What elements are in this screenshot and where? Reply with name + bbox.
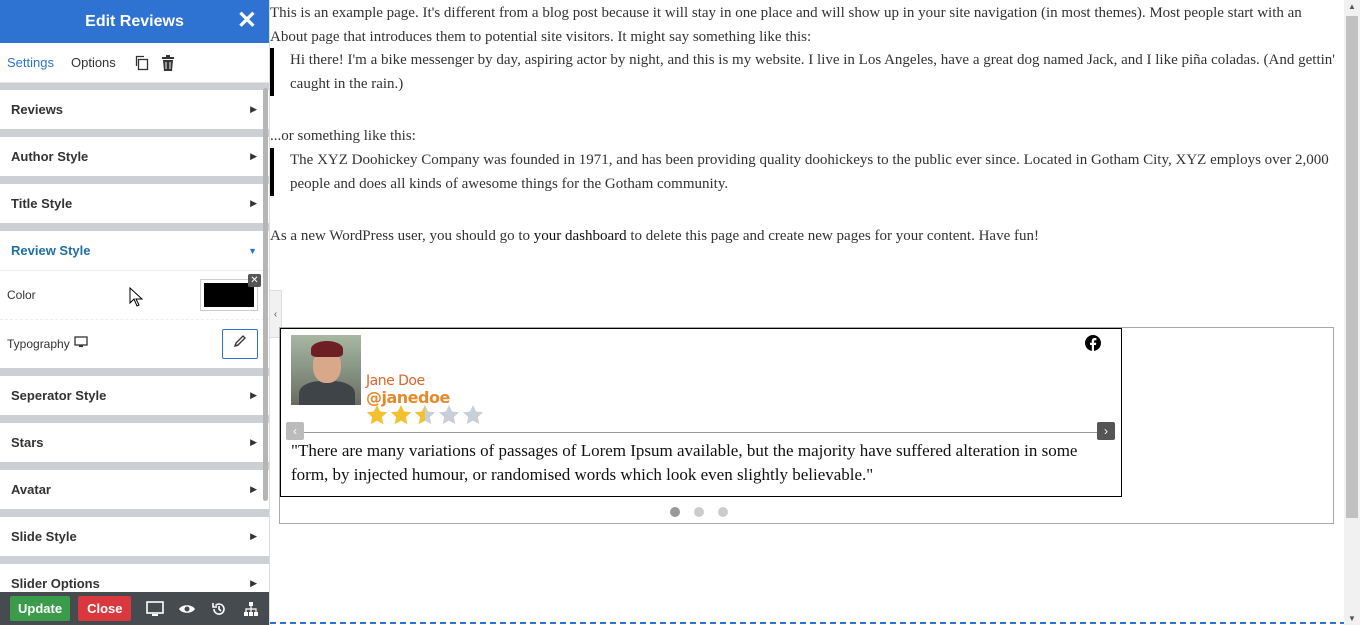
slider-dot[interactable]: [694, 507, 704, 517]
avatar: [291, 335, 361, 405]
or-paragraph: ...or something like this:: [270, 128, 416, 144]
slider-prev-button[interactable]: ‹: [286, 422, 304, 440]
slider-next-button[interactable]: ›: [1097, 422, 1115, 440]
typography-label-wrap: Typography: [7, 336, 88, 351]
review-text: "There are many variations of passages o…: [291, 441, 1078, 484]
caret-right-icon: ▶: [250, 437, 257, 447]
section-drop-zone-border: [270, 622, 1346, 624]
facebook-icon: [1085, 335, 1101, 351]
section-title-style[interactable]: Title Style ▶: [0, 184, 269, 223]
section-label: Review Style: [11, 243, 91, 258]
section-stars[interactable]: Stars ▶: [0, 423, 269, 462]
tab-settings[interactable]: Settings: [7, 55, 54, 70]
slider-dot[interactable]: [670, 507, 680, 517]
section-label: Reviews: [11, 102, 64, 117]
caret-right-icon: ▶: [250, 531, 257, 541]
caret-right-icon: ▶: [250, 104, 257, 114]
blockquote-bike-messenger: Hi there! I'm a bike messenger by day, a…: [270, 48, 1340, 96]
section-label: Slider Options: [11, 576, 100, 591]
closing-text-before: As a new WordPress user, you should go t…: [270, 228, 534, 244]
color-swatch-fill: [204, 283, 254, 307]
sitemap-icon[interactable]: [239, 597, 263, 621]
section-seperator-style[interactable]: Seperator Style ▶: [0, 376, 269, 415]
desktop-icon[interactable]: [74, 336, 88, 351]
preview-eye-icon[interactable]: [175, 597, 199, 621]
scroll-down-icon[interactable]: ▼: [1348, 614, 1356, 623]
panel-title: Edit Reviews: [85, 12, 184, 30]
star-icon: [439, 405, 459, 425]
star-icon: [367, 405, 387, 425]
typography-field: Typography: [0, 319, 269, 367]
star-icon: [463, 405, 483, 425]
section-label: Avatar: [11, 482, 51, 497]
panel-scrollbar[interactable]: [263, 88, 268, 501]
caret-right-icon: ▶: [250, 578, 257, 588]
desktop-icon[interactable]: [143, 597, 167, 621]
tab-options[interactable]: Options: [71, 55, 116, 70]
scroll-up-icon[interactable]: ▲: [1348, 2, 1356, 11]
update-button[interactable]: Update: [10, 596, 71, 621]
section-reviews[interactable]: Reviews ▶: [0, 90, 269, 129]
panel-header: Edit Reviews ✕: [0, 0, 269, 43]
section-label: Slide Style: [11, 529, 77, 544]
typography-label: Typography: [7, 336, 70, 351]
section-slide-style[interactable]: Slide Style ▶: [0, 517, 269, 556]
review-separator: [291, 432, 1113, 433]
clear-color-icon[interactable]: ✕: [248, 274, 261, 287]
intro-paragraph: This is an example page. It's different …: [270, 5, 1302, 45]
section-avatar[interactable]: Avatar ▶: [0, 470, 269, 509]
panel-footer: Update Close: [0, 592, 269, 625]
page-scrollbar[interactable]: ▲ ▼: [1344, 0, 1360, 625]
slider-dots: [670, 507, 728, 517]
panel-tabs: Settings Options: [0, 43, 269, 83]
scrollbar-thumb[interactable]: [1346, 16, 1358, 518]
author-name: Jane Doe: [366, 373, 425, 389]
caret-right-icon: ▶: [250, 484, 257, 494]
caret-right-icon: ▶: [250, 390, 257, 400]
pencil-icon: [233, 334, 247, 353]
section-label: Title Style: [11, 196, 73, 211]
review-style-fields: Color ✕ Typography: [0, 270, 269, 368]
section-label: Stars: [11, 435, 44, 450]
copy-icon[interactable]: [133, 54, 151, 72]
star-icon: [391, 405, 411, 425]
typography-edit-button[interactable]: [222, 328, 258, 359]
caret-down-icon: ▼: [248, 245, 257, 256]
edit-panel: Edit Reviews ✕ Settings Options Reviews …: [0, 0, 270, 625]
history-icon[interactable]: [207, 597, 231, 621]
star-icon: [415, 405, 435, 425]
close-button[interactable]: Close: [78, 596, 132, 621]
panel-sections: Reviews ▶ Author Style ▶ Title Style ▶ R…: [0, 83, 269, 625]
section-author-style[interactable]: Author Style ▶: [0, 137, 269, 176]
closing-paragraph: As a new WordPress user, you should go t…: [270, 224, 1039, 248]
blockquote-xyz-company: The XYZ Doohickey Company was founded in…: [270, 148, 1340, 196]
caret-right-icon: ▶: [250, 198, 257, 208]
color-label: Color: [7, 288, 36, 302]
review-slide: Jane Doe @janedoe ‹ › "There are many va…: [280, 328, 1122, 497]
caret-right-icon: ▶: [250, 151, 257, 161]
trash-icon[interactable]: [159, 54, 177, 72]
close-icon[interactable]: ✕: [237, 9, 257, 33]
star-rating: [366, 404, 484, 426]
slider-dot[interactable]: [718, 507, 728, 517]
mouse-cursor-icon: [129, 287, 143, 307]
color-picker[interactable]: ✕: [200, 274, 261, 311]
dashboard-link[interactable]: your dashboard: [534, 228, 627, 244]
section-review-style[interactable]: Review Style ▼: [0, 231, 269, 270]
section-label: Author Style: [11, 149, 89, 164]
section-label: Seperator Style: [11, 388, 107, 403]
closing-text-after: to delete this page and create new pages…: [626, 228, 1039, 244]
